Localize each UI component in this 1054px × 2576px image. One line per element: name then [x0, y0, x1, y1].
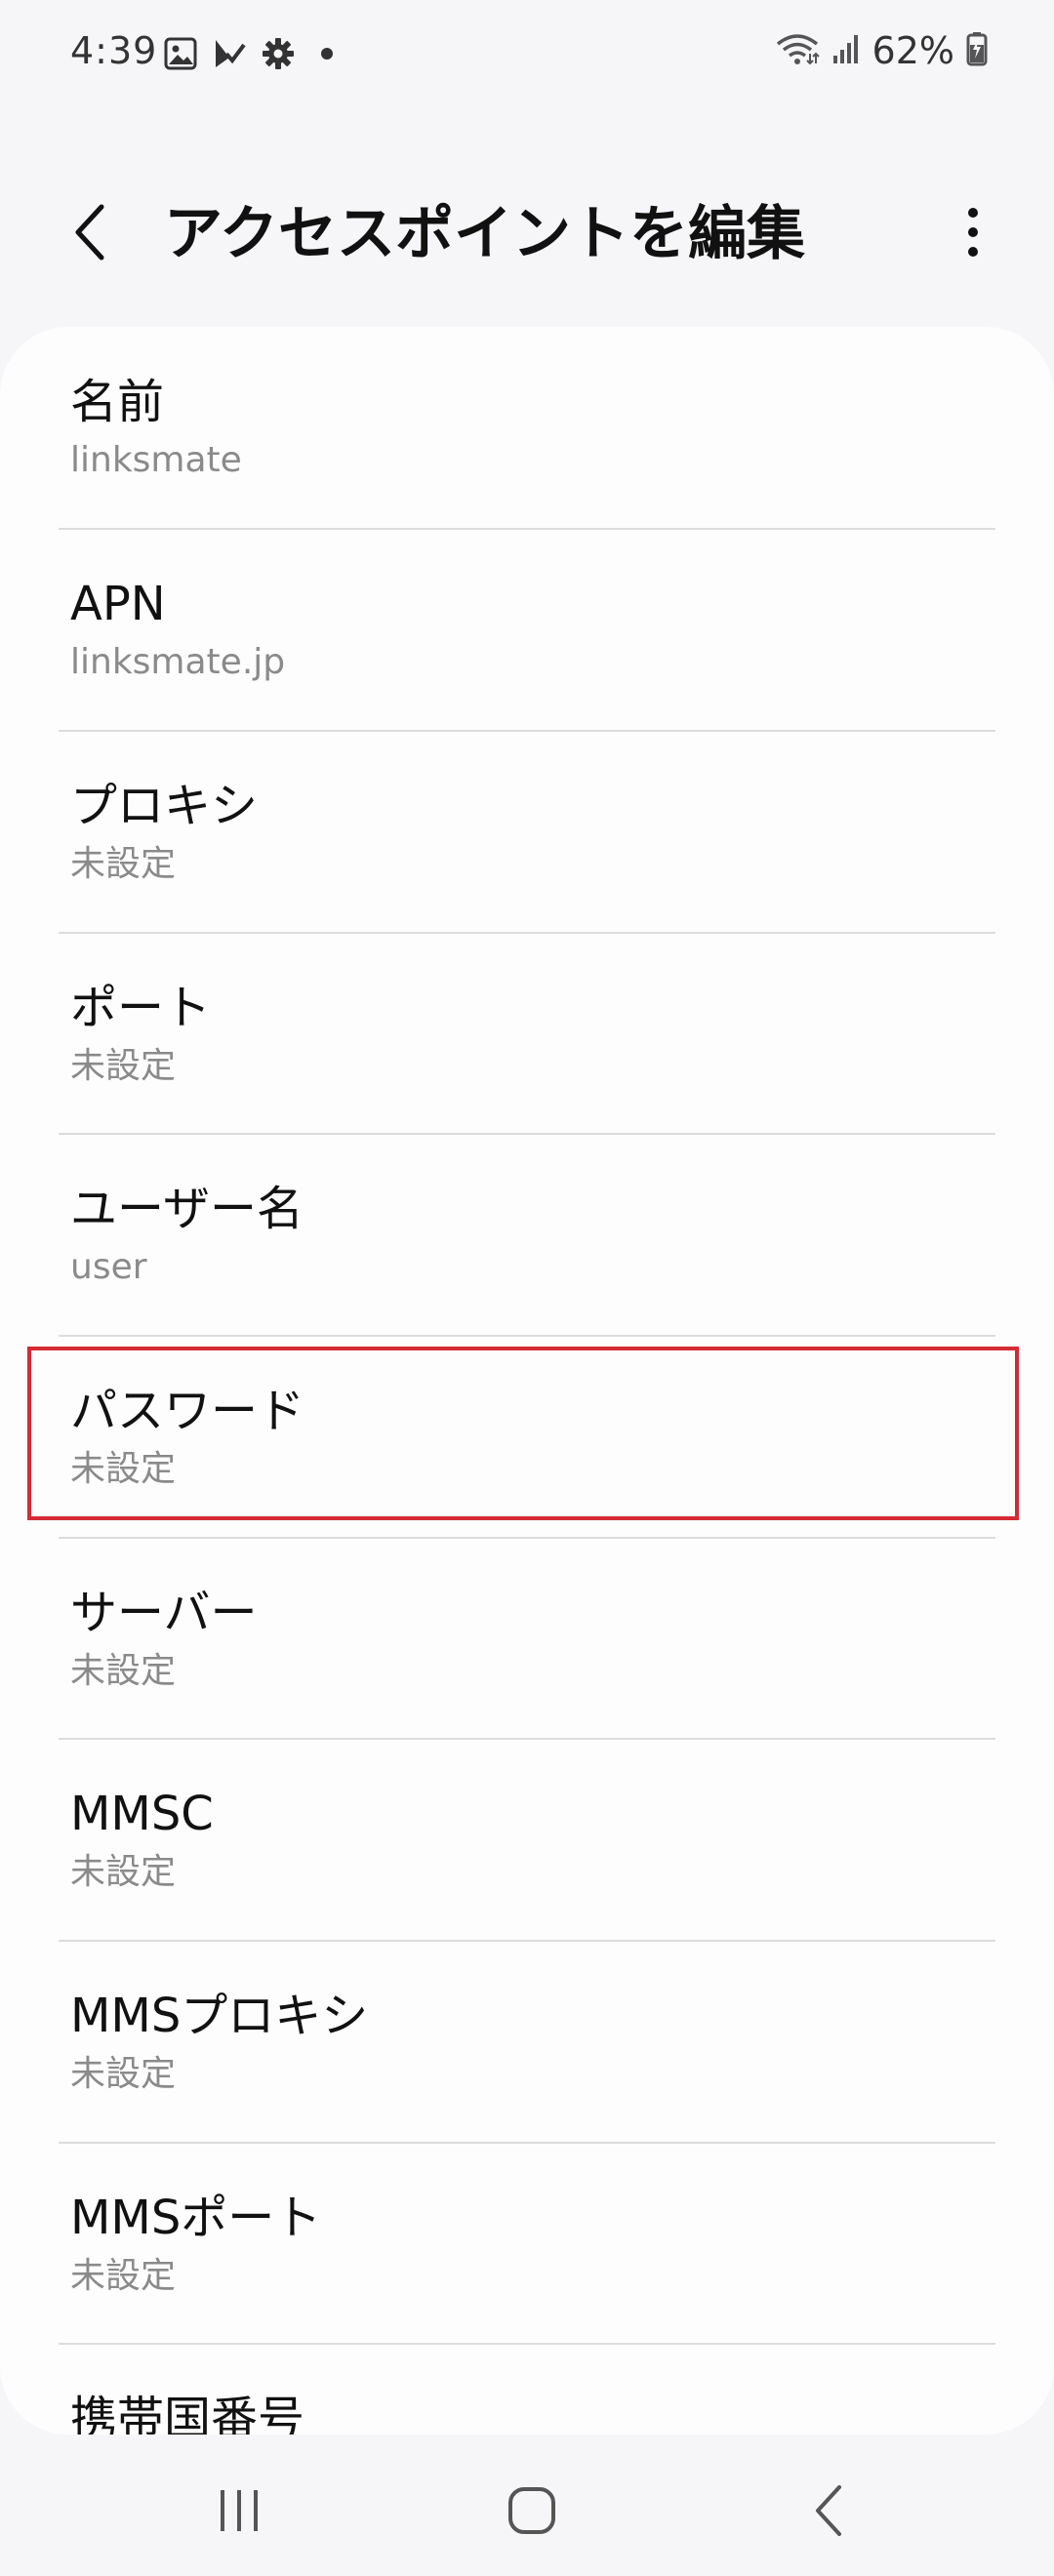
more-options-button[interactable]	[949, 205, 997, 263]
highlight-box	[27, 1347, 1019, 1520]
list-item-mms-port[interactable]: MMSポート 未設定	[0, 2143, 1054, 2344]
item-title: MMSプロキシ	[70, 1989, 369, 2043]
list-item-proxy[interactable]: プロキシ 未設定	[0, 731, 1054, 932]
list-item-apn[interactable]: APN linksmate.jp	[0, 529, 1054, 730]
list-item-mmsc[interactable]: MMSC 未設定	[0, 1739, 1054, 1940]
navigation-bar	[0, 2439, 1054, 2576]
more-vertical-icon	[963, 205, 983, 263]
list-item-mcc[interactable]: 携帯国番号	[0, 2344, 1054, 2435]
item-title: 名前	[70, 375, 165, 429]
settings-gear-icon	[262, 37, 295, 70]
status-right-icons: 62%	[775, 29, 988, 72]
back-button[interactable]	[61, 197, 119, 271]
item-title: ユーザー名	[70, 1182, 304, 1236]
nav-back-button[interactable]	[786, 2478, 873, 2547]
chevron-left-icon	[70, 203, 109, 265]
item-value: linksmate.jp	[70, 642, 286, 682]
list-item-port[interactable]: ポート 未設定	[0, 933, 1054, 1134]
item-value: linksmate	[70, 440, 242, 480]
home-icon	[507, 2485, 557, 2540]
item-value: 未設定	[70, 844, 177, 884]
recent-apps-button[interactable]	[195, 2478, 283, 2547]
app-bar: アクセスポイントを編集	[0, 176, 1054, 293]
battery-charging-icon	[966, 31, 988, 70]
gallery-icon	[164, 37, 197, 70]
list-item-server[interactable]: サーバー 未設定	[0, 1538, 1054, 1739]
item-title: 携帯国番号	[70, 2392, 305, 2435]
item-title: サーバー	[70, 1586, 258, 1640]
item-title: MMSC	[70, 1787, 214, 1841]
status-left-icons	[164, 37, 344, 70]
list-item-mms-proxy[interactable]: MMSプロキシ 未設定	[0, 1941, 1054, 2142]
status-bar: 4:39 62%	[0, 0, 1054, 112]
item-value: user	[70, 1247, 147, 1287]
item-value: 未設定	[70, 1852, 177, 1892]
home-button[interactable]	[488, 2478, 576, 2547]
dot-icon	[310, 37, 344, 70]
item-value: 未設定	[70, 2054, 177, 2094]
recent-apps-icon	[215, 2486, 264, 2539]
item-value: 未設定	[70, 1651, 177, 1691]
page-title: アクセスポイントを編集	[164, 200, 805, 268]
item-value: 未設定	[70, 2256, 177, 2296]
item-title: プロキシ	[70, 779, 259, 833]
wifi-icon	[775, 30, 820, 71]
list-item-username[interactable]: ユーザー名 user	[0, 1134, 1054, 1335]
status-time: 4:39	[70, 29, 158, 72]
signal-icon	[831, 32, 861, 69]
battery-percent: 62%	[872, 29, 954, 72]
back-icon	[810, 2483, 849, 2542]
item-title: APN	[70, 577, 166, 631]
item-title: MMSポート	[70, 2191, 322, 2245]
list-item-name[interactable]: 名前 linksmate	[0, 327, 1054, 528]
check-notification-icon	[213, 37, 246, 70]
screen: 4:39 62% アクセスポイントを編集 名前 linksmate APN li…	[0, 0, 1054, 2576]
item-title: ポート	[70, 981, 212, 1035]
item-value: 未設定	[70, 1046, 177, 1086]
